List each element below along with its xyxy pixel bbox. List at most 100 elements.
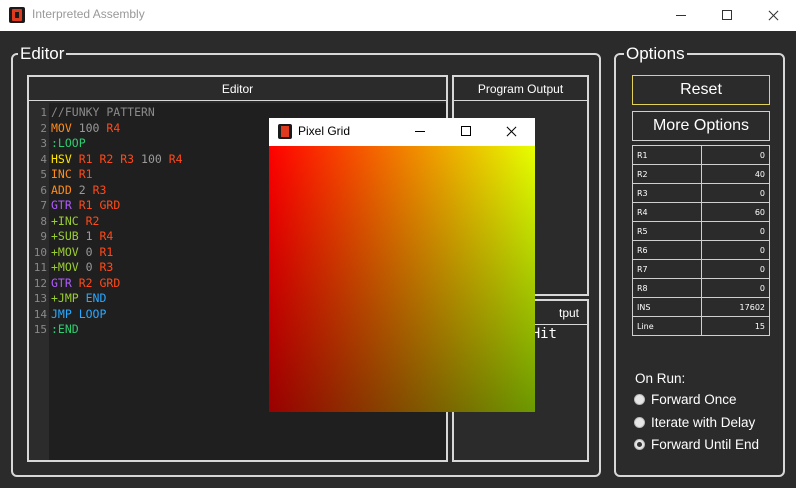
code-token: LOOP [71,306,107,321]
code-token: INC [51,167,72,181]
register-value: 0 [701,240,770,260]
code-line: 1 //FUNKY PATTERN [29,105,155,120]
code-line: 14 JMP LOOP [29,306,107,322]
code-line: 4 HSV R1 R2 R3 100 R4 [29,151,183,167]
code-token: R4 [161,151,183,166]
editor-panel-title: Editor [29,77,446,101]
code-token: 1 [78,229,93,243]
registers-table: R1 0 R2 40 R3 0 R4 60 R5 0 R6 0 R7 0 R8 0 INS 17602 Line 15 [632,145,770,336]
register-value: 0 [701,259,770,279]
pixel-grid-title: Pixel Grid [298,124,351,138]
register-row: R6 0 [632,240,770,260]
register-row: R5 0 [632,221,770,241]
code-line: 7 GTR R1 GRD [29,198,120,213]
code-token: HSV [51,151,72,166]
register-name: INS [632,297,702,317]
window-titlebar[interactable]: Interpreted Assembly [0,0,796,31]
line-number: 1 [40,106,47,119]
code-token: R2 [78,213,100,228]
register-value: 0 [701,145,770,165]
code-line: 11 +MOV 0 R3 [29,260,114,275]
register-name: R7 [632,259,702,279]
secondary-output-text: Hit [531,326,557,342]
code-line: 15:END [29,322,79,337]
radio-forward-until-end-label: Forward Until End [651,437,760,452]
radio-forward-once-indicator[interactable] [634,394,645,405]
register-name: R5 [632,221,702,241]
register-row: R4 60 [632,202,770,222]
app-logo-icon [278,124,292,139]
pixel-grid-maximize-button[interactable] [443,118,489,145]
line-number: 5 [40,168,47,181]
code-line: 13 +JMP END [29,291,107,306]
code-token: GTR [51,275,72,290]
line-number: 7 [40,199,47,212]
reset-button[interactable]: Reset [632,75,770,105]
code-token: R1 [71,167,93,181]
code-token: R4 [99,120,121,135]
close-button[interactable] [750,0,796,31]
register-value: 15 [701,316,770,336]
register-row: R1 0 [632,145,770,165]
register-value: 40 [701,164,770,184]
radio-iterate-with-delay-label: Iterate with Delay [651,415,756,430]
line-number: 9 [40,230,47,243]
code-token: R1 R2 R3 [71,151,135,166]
maximize-button[interactable] [704,0,750,31]
register-name: R2 [632,164,702,184]
pixel-grid-minimize-button[interactable] [397,118,443,145]
line-number: 2 [40,121,47,135]
code-token: R3 [92,260,114,274]
code-token: R1 [92,244,114,259]
minimize-icon [676,15,686,16]
code-token: R3 [85,182,107,197]
register-row: INS 17602 [632,297,770,317]
register-row: R8 0 [632,278,770,298]
code-line: 2 MOV 100 R4 [29,121,120,136]
code-token: +INC [51,213,79,228]
code-token: MOV [51,120,72,135]
more-options-button[interactable]: More Options [632,111,770,141]
maximize-icon [722,10,732,20]
register-row: Line 15 [632,316,770,336]
code-line: 10 +MOV 0 R1 [29,244,114,260]
register-value: 17602 [701,297,770,317]
code-token: JMP [51,306,72,321]
code-token: :END [51,322,79,336]
code-token: 100 [134,151,162,166]
options-group-label: Options [624,44,687,64]
register-name: R3 [632,183,702,203]
window-title: Interpreted Assembly [32,7,145,21]
code-token: //FUNKY PATTERN [51,105,155,119]
pixel-grid-titlebar[interactable]: Pixel Grid [269,118,535,145]
line-number: 3 [40,137,47,150]
program-output-title: Program Output [454,77,587,101]
maximize-icon [461,126,471,136]
minimize-button[interactable] [658,0,704,31]
register-value: 0 [701,221,770,241]
pixel-grid-close-button[interactable] [489,118,535,145]
radio-forward-once-label: Forward Once [651,392,737,407]
pixel-grid-window[interactable]: Pixel Grid [269,118,535,412]
code-line: 8 +INC R2 [29,214,99,229]
register-name: R1 [632,145,702,165]
on-run-label: On Run: [635,371,686,386]
line-number: 4 [40,152,47,166]
register-value: 0 [701,278,770,298]
code-token: +SUB [51,229,79,243]
register-name: R8 [632,278,702,298]
line-number: 12 [33,276,47,290]
code-token: R1 GRD [71,198,121,212]
radio-iterate-with-delay-indicator[interactable] [634,417,645,428]
code-line: 5 INC R1 [29,167,93,182]
code-token: 0 [78,260,93,274]
code-token: R4 [92,229,114,243]
radio-forward-until-end-indicator[interactable] [634,439,645,450]
code-line: 9 +SUB 1 R4 [29,229,113,244]
register-value: 60 [701,202,770,222]
code-token: 0 [78,244,93,259]
minimize-icon [415,131,425,132]
code-token: 2 [71,182,86,197]
line-number: 11 [33,261,47,274]
code-line: 12 GTR R2 GRD [29,275,121,291]
